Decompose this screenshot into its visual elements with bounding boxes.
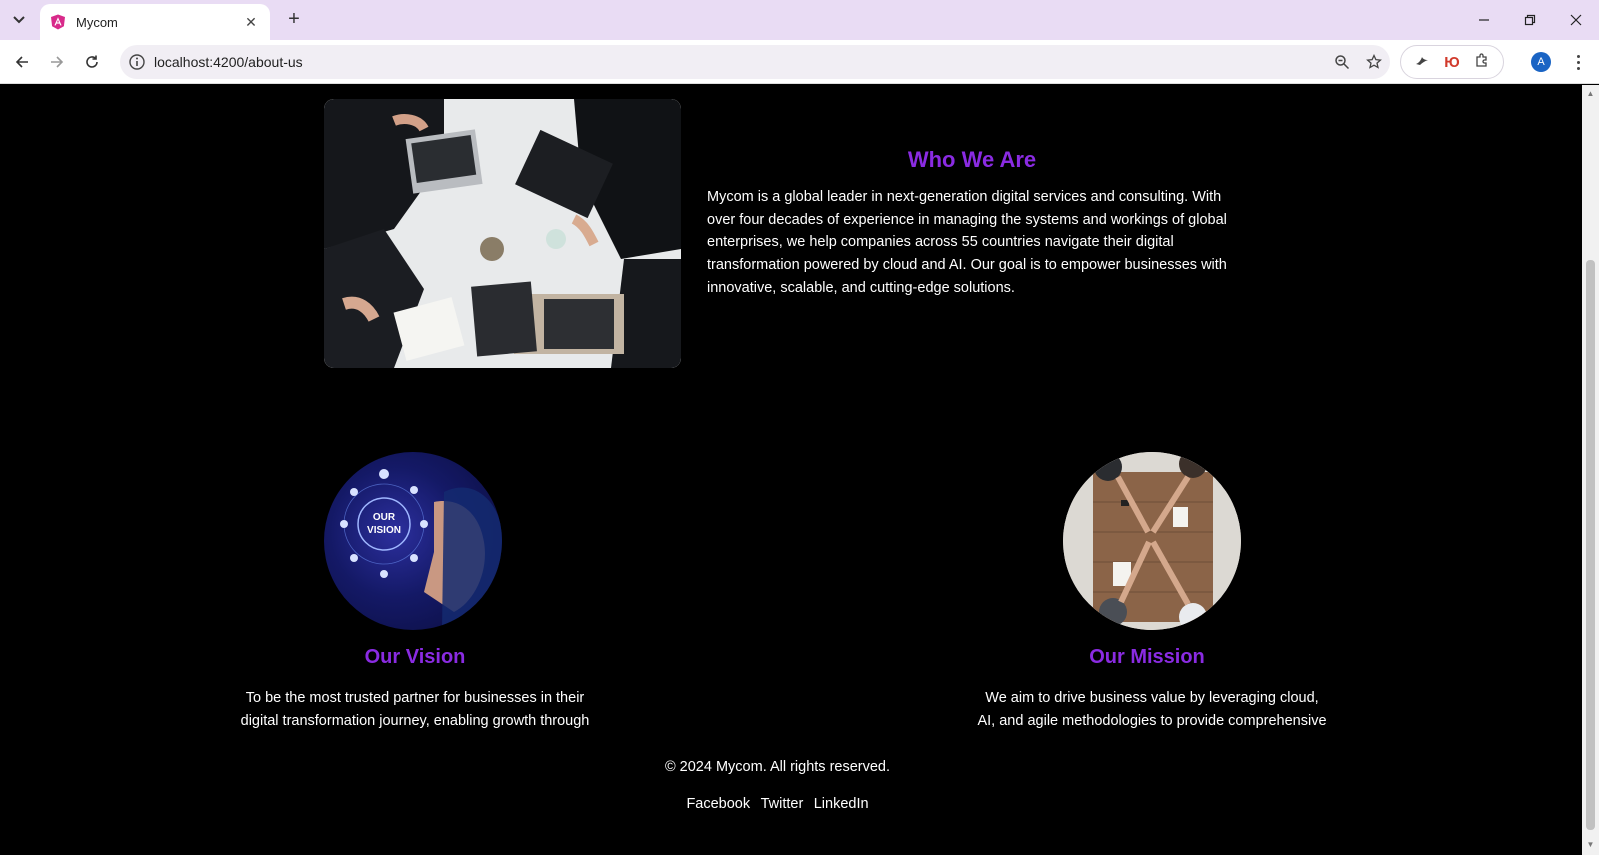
reload-button[interactable]	[80, 50, 104, 74]
tab-title: Mycom	[76, 14, 118, 30]
more-menu-icon[interactable]	[1568, 50, 1588, 74]
bookmark-star-icon[interactable]	[1358, 54, 1390, 70]
our-vision-text: To be the most trusted partner for busin…	[240, 690, 590, 729]
our-mission-text: We aim to drive business value by levera…	[977, 690, 1327, 729]
who-we-are-heading: Who We Are	[907, 147, 1037, 172]
our-vision-heading: Our Vision	[364, 646, 466, 668]
vision-badge-line1: OUR	[373, 512, 396, 523]
scroll-up-icon[interactable]: ▲	[1586, 89, 1595, 98]
linkedin-link[interactable]: LinkedIn	[814, 796, 869, 812]
address-bar[interactable]: localhost:4200/about-us	[120, 45, 1390, 79]
vision-image: OUR VISION	[324, 452, 502, 630]
who-we-are-text: Mycom is a global leader in next-generat…	[707, 189, 1227, 296]
mission-image	[1063, 452, 1241, 630]
our-mission-heading: Our Mission	[1089, 646, 1205, 668]
tab-bar: Mycom ✕ +	[0, 0, 1599, 40]
extensions-group: Ю	[1400, 45, 1504, 79]
footer-copyright: © 2024 Mycom. All rights reserved.	[664, 759, 891, 775]
extension-yu-icon[interactable]: Ю	[1444, 54, 1459, 71]
restore-icon[interactable]	[1507, 0, 1553, 40]
window-controls	[1461, 0, 1599, 40]
team-meeting-image	[324, 99, 681, 368]
browser-tab[interactable]: Mycom ✕	[40, 4, 270, 40]
browser-toolbar: localhost:4200/about-us Ю A	[0, 40, 1599, 84]
puzzle-icon[interactable]	[1474, 52, 1490, 72]
page-scrollbar[interactable]: ▲ ▼	[1582, 85, 1599, 855]
arrow-right-icon	[51, 56, 64, 68]
url-text[interactable]: localhost:4200/about-us	[154, 54, 1326, 70]
zoom-icon[interactable]	[1326, 54, 1358, 70]
close-tab-icon[interactable]: ✕	[242, 14, 260, 31]
chevron-down-icon	[13, 16, 25, 24]
arrow-left-icon	[15, 56, 28, 68]
minimize-icon[interactable]	[1461, 0, 1507, 40]
page-viewport: Who We Are Mycom is a global leader in n…	[0, 85, 1582, 855]
tab-search-button[interactable]	[6, 8, 32, 32]
profile-avatar[interactable]: A	[1531, 52, 1551, 72]
site-info-icon[interactable]	[128, 53, 146, 71]
new-tab-button[interactable]: +	[282, 8, 306, 32]
scrollbar-thumb[interactable]	[1586, 260, 1595, 830]
back-button[interactable]	[10, 50, 34, 74]
angular-favicon-icon	[51, 14, 65, 30]
twitter-link[interactable]: Twitter	[761, 796, 804, 812]
facebook-link[interactable]: Facebook	[686, 796, 750, 812]
extension-bird-icon[interactable]	[1414, 52, 1430, 72]
close-window-icon[interactable]	[1553, 0, 1599, 40]
reload-icon	[86, 55, 98, 68]
footer-social-links: Facebook Twitter LinkedIn	[0, 795, 1555, 813]
vision-badge-line2: VISION	[367, 525, 401, 536]
forward-button[interactable]	[45, 50, 69, 74]
scroll-down-icon[interactable]: ▼	[1586, 840, 1595, 849]
